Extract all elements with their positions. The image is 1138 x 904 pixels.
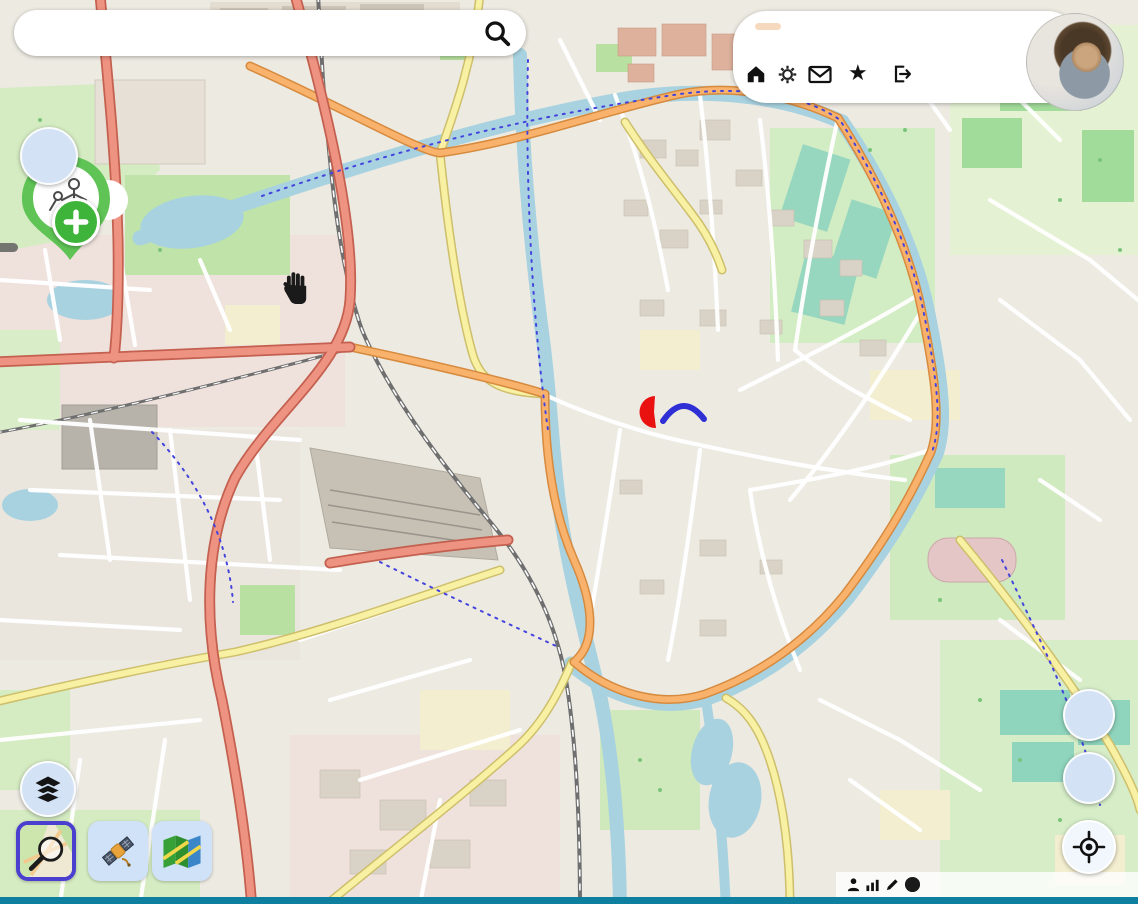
community-icon[interactable] [904,876,921,893]
plus-icon [63,209,89,235]
hand-cursor-icon [281,270,311,304]
star-icon[interactable]: ★ [848,63,868,85]
mapcomplete-app: ★ [0,0,1138,904]
home-icon[interactable] [745,63,767,85]
search-input[interactable] [32,21,482,46]
attribution-bar [836,872,1138,897]
folded-map-icon [163,834,201,868]
geolocate-button[interactable] [1062,820,1116,874]
add-item-tooltip [0,243,18,252]
user-avatar[interactable] [1026,13,1124,111]
logout-icon[interactable] [890,63,913,85]
satellite-icon [98,831,138,871]
gear-icon[interactable] [777,64,798,85]
location-search-box [14,10,526,56]
add-item-button[interactable] [52,198,100,246]
zoom-in-button[interactable] [1063,689,1115,741]
layers-icon [33,774,63,804]
map-canvas[interactable] [0,0,1138,904]
background-style-folded-map-button[interactable] [152,821,212,881]
background-style-map-button[interactable] [16,821,76,881]
statistics-icon[interactable] [865,877,881,892]
bottom-strip [0,897,1138,904]
search-icon[interactable] [482,18,512,48]
background-style-satellite-button[interactable] [88,821,148,881]
osm-carto-thumbnail-icon [20,823,72,879]
help-button[interactable] [20,127,78,185]
contributor-icon[interactable] [846,877,861,892]
mail-icon[interactable] [808,65,832,84]
layers-button[interactable] [20,761,76,817]
zoom-out-button[interactable] [1063,752,1115,804]
geolocate-icon [1072,830,1106,864]
edit-pencil-icon[interactable] [885,877,900,892]
testing-badge [755,23,781,30]
